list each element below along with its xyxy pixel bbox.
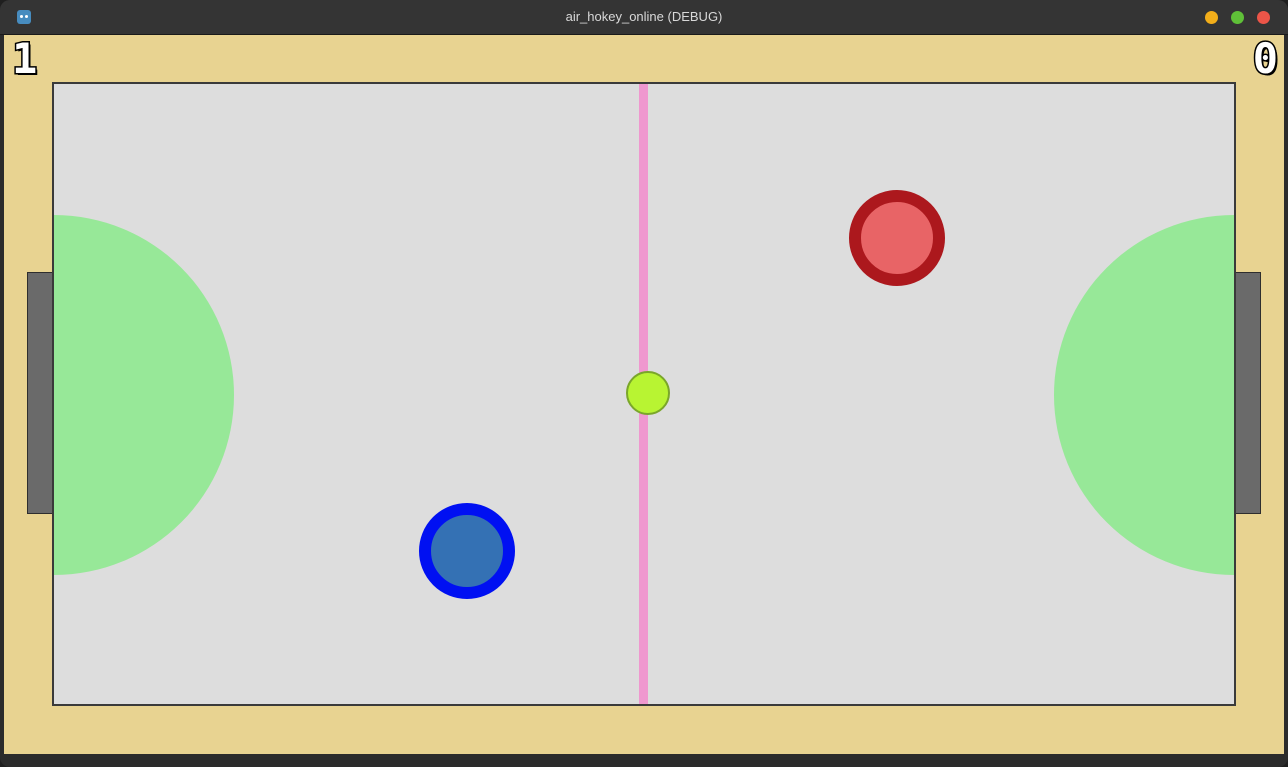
left-score: 1 [10, 34, 38, 83]
left-goal [27, 272, 53, 514]
right-crease [1054, 215, 1234, 575]
title-bar[interactable]: air_hokey_online (DEBUG) [0, 0, 1288, 35]
maximize-button[interactable] [1231, 11, 1244, 24]
minimize-button[interactable] [1205, 11, 1218, 24]
window-bottom-edge [0, 754, 1288, 767]
right-goal [1235, 272, 1261, 514]
close-button[interactable] [1257, 11, 1270, 24]
app-window: air_hokey_online (DEBUG) 1 0 [0, 0, 1288, 767]
red-paddle[interactable] [849, 190, 945, 286]
right-score: 0 [1251, 34, 1279, 83]
puck [626, 371, 670, 415]
blue-paddle[interactable] [419, 503, 515, 599]
left-crease [54, 215, 234, 575]
rink [52, 82, 1236, 706]
window-title: air_hokey_online (DEBUG) [565, 9, 723, 24]
game-viewport[interactable]: 1 0 [4, 35, 1284, 754]
